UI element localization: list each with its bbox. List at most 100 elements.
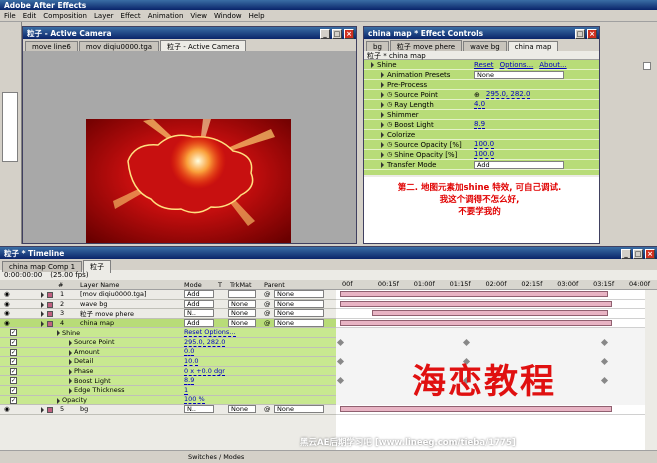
stopwatch-icon[interactable]: ◷	[387, 91, 392, 98]
property-checkbox[interactable]: ✓	[10, 339, 17, 346]
property-row[interactable]: ✓ Opacity 100 %	[0, 395, 336, 406]
parent-pickwhip-icon[interactable]: @	[264, 309, 271, 317]
property-checkbox[interactable]: ✓	[10, 377, 17, 385]
property-expand-icon[interactable]	[69, 340, 72, 346]
mode-dropdown[interactable]: Add	[184, 299, 214, 308]
layer-duration-bar[interactable]	[340, 406, 612, 413]
layer-name[interactable]: china map	[80, 319, 114, 327]
menu-window[interactable]: Window	[214, 12, 242, 20]
keyframe-icon[interactable]	[336, 338, 345, 347]
keyframe-icon[interactable]	[600, 358, 609, 366]
property-checkbox[interactable]: ✓	[10, 396, 17, 404]
property-checkbox[interactable]: ✓	[10, 367, 17, 375]
property-row[interactable]: ✓ Amount 0.0	[0, 347, 336, 358]
expand-triangle-icon[interactable]	[371, 61, 374, 68]
stopwatch-icon[interactable]: ◷	[387, 121, 392, 128]
keyframe-icon[interactable]	[336, 377, 345, 385]
property-value[interactable]: 100 %	[184, 395, 205, 405]
parent-pickwhip-icon[interactable]: @	[264, 290, 271, 298]
property-row[interactable]: ✓ Source Point 295.0, 282.0	[0, 338, 336, 348]
fx-row-transfer-mode[interactable]: Transfer Mode Add	[364, 160, 599, 170]
expand-triangle-icon[interactable]	[381, 101, 384, 108]
menu-layer[interactable]: Layer	[94, 12, 114, 20]
expand-triangle-icon[interactable]	[381, 121, 384, 128]
label-color-swatch[interactable]	[47, 407, 53, 414]
property-checkbox[interactable]: ✓	[10, 329, 17, 337]
trkmat-dropdown[interactable]: None	[228, 299, 256, 308]
property-checkbox[interactable]: ✓	[10, 358, 17, 366]
fx-tab-2[interactable]: wave bg	[463, 41, 507, 51]
close-icon[interactable]: ×	[344, 29, 354, 39]
layer-expand-icon[interactable]	[41, 301, 44, 308]
property-expand-icon[interactable]	[69, 368, 72, 375]
expand-triangle-icon[interactable]	[381, 71, 384, 78]
visibility-eye-icon[interactable]: ◉	[4, 300, 10, 308]
property-row[interactable]: ✓ Edge Thickness 1	[0, 386, 336, 396]
time-ruler[interactable]: 00f 00:15f 01:00f 01:15f 02:00f 02:15f 03:00f 0…	[336, 280, 657, 289]
menu-animation[interactable]: Animation	[148, 12, 184, 20]
label-color-swatch[interactable]	[47, 311, 53, 318]
property-value[interactable]: 0 x +0.0 dgr	[184, 367, 225, 376]
fx-dropdown[interactable]: None	[474, 70, 564, 79]
fx-row-shimmer[interactable]: Shimmer	[364, 110, 599, 120]
menu-edit[interactable]: Edit	[23, 12, 37, 20]
property-value[interactable]: Reset Options...	[184, 328, 236, 338]
fx-value[interactable]: 8.9	[474, 120, 486, 129]
property-checkbox[interactable]: ✓	[10, 387, 17, 394]
layer-row[interactable]: ◉ 1 [mov diqiu0000.tga] Add @ None	[0, 290, 336, 300]
parent-dropdown[interactable]: None	[274, 319, 324, 328]
property-row[interactable]: ✓ Detail 10.0	[0, 357, 336, 367]
track-row[interactable]	[336, 309, 645, 319]
expand-triangle-icon[interactable]	[381, 141, 384, 148]
layer-row[interactable]: ◉ 3 粒子 move phere N.. None @ None	[0, 309, 336, 319]
menu-composition[interactable]: Composition	[43, 12, 87, 20]
minimize-button[interactable]: _	[621, 249, 631, 259]
track-row[interactable]	[336, 300, 645, 310]
parent-dropdown[interactable]: None	[274, 299, 324, 308]
menu-file[interactable]: File	[4, 12, 16, 20]
parent-pickwhip-icon[interactable]: @	[264, 319, 271, 327]
layer-duration-bar[interactable]	[340, 291, 608, 297]
trkmat-dropdown[interactable]: None	[228, 319, 256, 328]
fx-value[interactable]: 295.0, 282.0	[485, 90, 531, 99]
fx-row-ray-length[interactable]: ◷ Ray Length 4.0	[364, 100, 599, 110]
track-row[interactable]	[336, 405, 645, 415]
comp-canvas[interactable]	[23, 51, 356, 243]
property-row[interactable]: ✓ Shine Reset Options...	[0, 328, 336, 338]
fx-tab-3[interactable]: china map	[507, 41, 559, 51]
fx-row-colorize[interactable]: Colorize	[364, 130, 599, 140]
layer-name[interactable]: wave bg	[80, 300, 107, 308]
layer-duration-bar[interactable]	[372, 310, 608, 317]
menu-help[interactable]: Help	[249, 12, 265, 20]
track-row[interactable]	[336, 319, 645, 329]
composition-viewer[interactable]	[23, 51, 356, 243]
layer-name[interactable]: [mov diqiu0000.tga]	[80, 290, 147, 298]
parent-pickwhip-icon[interactable]: @	[264, 300, 271, 308]
maximize-button[interactable]: □	[332, 29, 342, 39]
property-value[interactable]: 8.9	[184, 376, 195, 386]
keyframe-icon[interactable]	[336, 358, 345, 366]
keyframe-icon[interactable]	[462, 338, 471, 347]
stopwatch-icon[interactable]: ◷	[387, 141, 392, 148]
mode-dropdown[interactable]: Add	[184, 290, 214, 299]
layer-row[interactable]: ◉ 5 bg N.. None @ None	[0, 405, 336, 415]
parent-dropdown[interactable]: None	[274, 405, 324, 414]
property-expand-icon[interactable]	[69, 388, 72, 394]
label-color-swatch[interactable]	[47, 292, 53, 298]
maximize-button[interactable]: □	[633, 249, 643, 259]
project-list[interactable]	[2, 92, 18, 162]
fx-tab-1[interactable]: 粒子 move phere	[389, 40, 463, 51]
parent-pickwhip-icon[interactable]: @	[264, 405, 271, 413]
fx-value[interactable]: 4.0	[474, 100, 486, 109]
trkmat-dropdown[interactable]: None	[228, 405, 256, 414]
menu-effect[interactable]: Effect	[121, 12, 141, 20]
track-row[interactable]	[336, 290, 645, 300]
visibility-eye-icon[interactable]: ◉	[4, 290, 10, 298]
stopwatch-icon[interactable]: ◷	[387, 151, 392, 158]
close-icon[interactable]: ×	[587, 29, 597, 39]
property-expand-icon[interactable]	[69, 359, 72, 366]
layer-row[interactable]: ◉ 2 wave bg Add None @ None	[0, 299, 336, 310]
expand-triangle-icon[interactable]	[381, 131, 384, 138]
timecode[interactable]: 0:00:00:00	[4, 271, 42, 279]
property-checkbox[interactable]: ✓	[10, 348, 17, 356]
